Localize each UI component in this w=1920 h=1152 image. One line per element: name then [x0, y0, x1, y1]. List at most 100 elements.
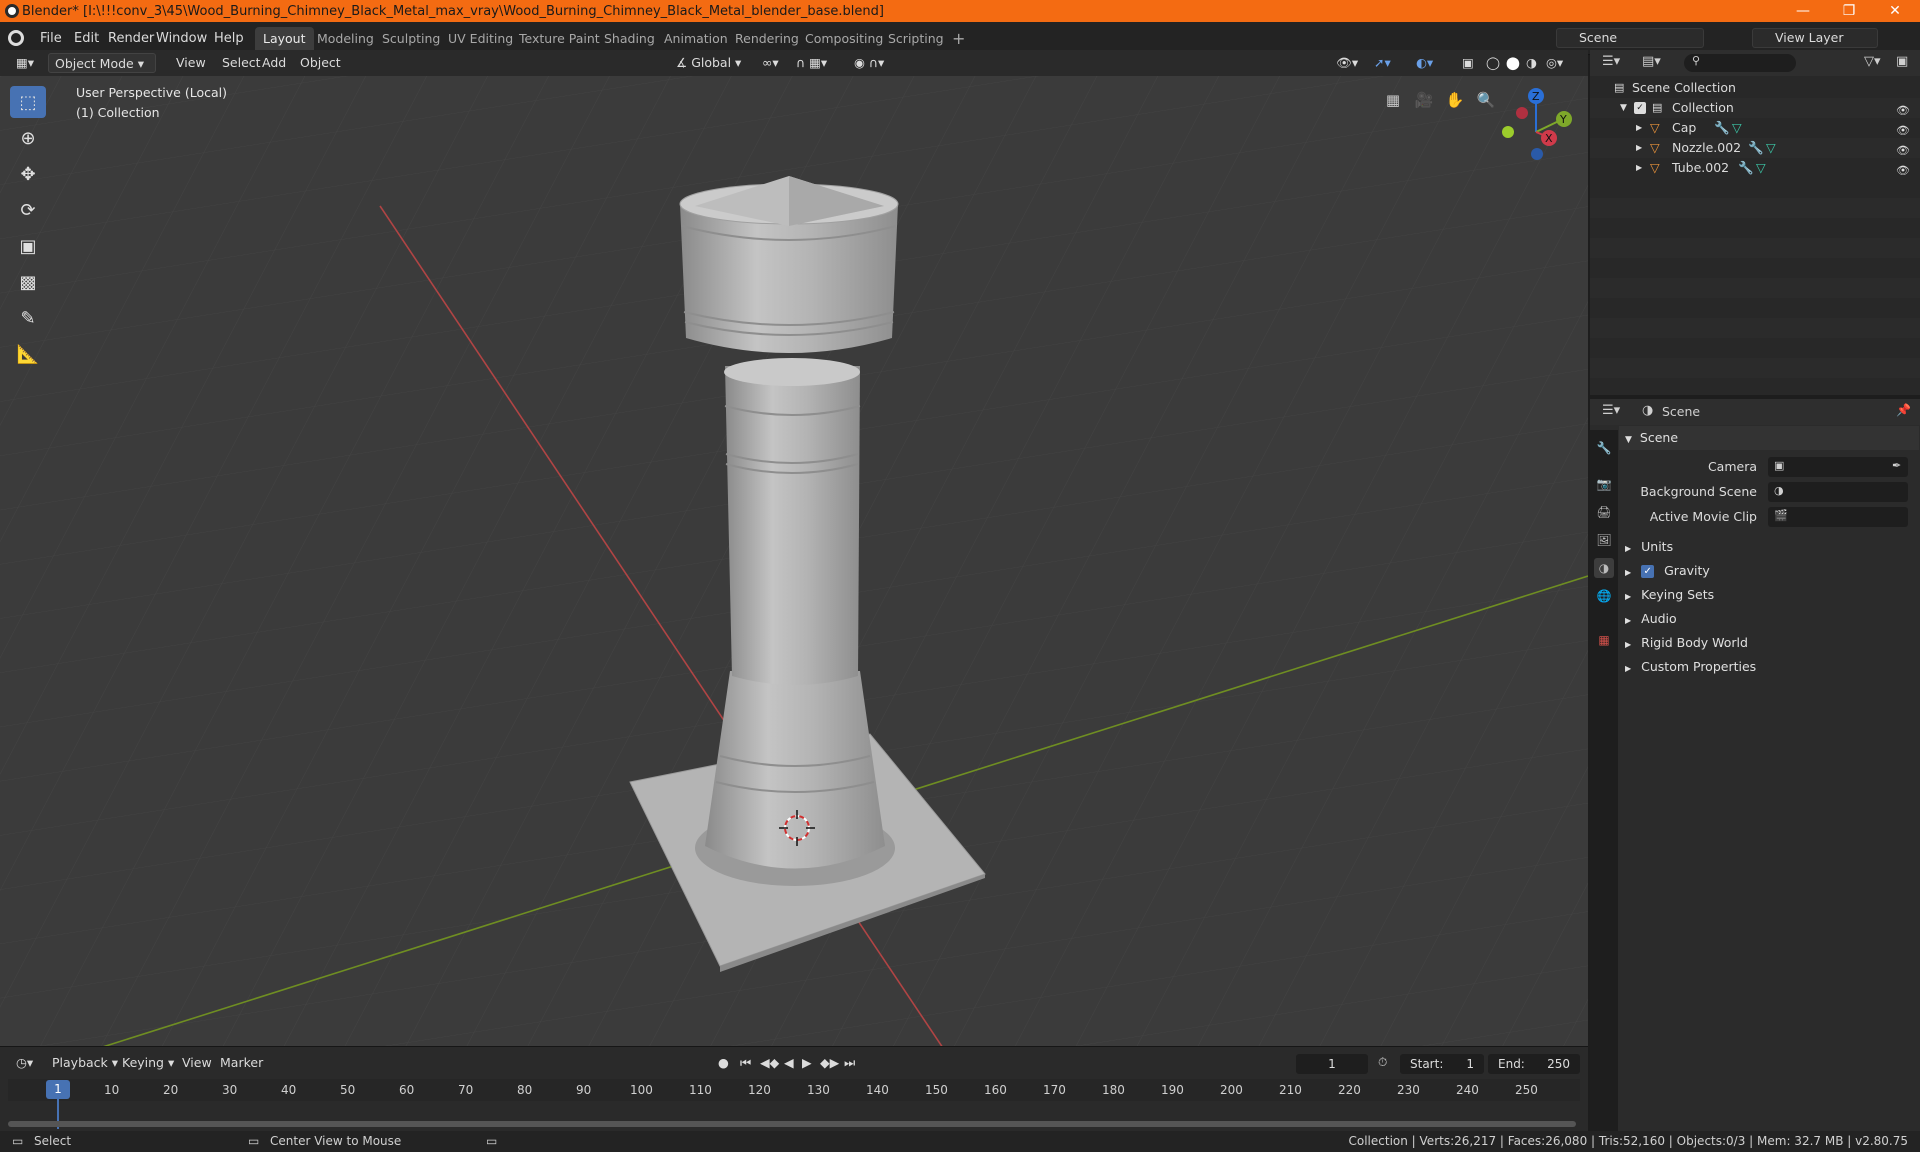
menu-object[interactable]: Object — [294, 53, 347, 73]
menu-edit[interactable]: Edit — [68, 28, 105, 50]
scale-tool-icon[interactable]: ▣ — [10, 230, 46, 262]
menu-help[interactable]: Help — [208, 28, 250, 50]
units-panel[interactable]: ▶ Units — [1619, 535, 1919, 559]
snap-icon[interactable]: ∩ ▦▾ — [790, 53, 833, 73]
eye-icon[interactable]: 👁 — [1896, 121, 1910, 137]
pivot-icon[interactable]: ∞▾ — [756, 53, 785, 73]
outliner-editor-type-icon[interactable]: ☰▾ — [1602, 54, 1620, 69]
rotate-tool-icon[interactable]: ⟳ — [10, 194, 46, 226]
rigid-body-world-panel[interactable]: ▶ Rigid Body World — [1619, 631, 1919, 655]
tab-scripting[interactable]: Scripting — [880, 27, 952, 51]
cursor-tool-icon[interactable]: ⊕ — [10, 122, 46, 154]
outliner-object-tube[interactable]: ▶ ▽ Tube.002 🔧 ▽ 👁 — [1590, 158, 1920, 178]
outliner-scene-collection[interactable]: ▤ Scene Collection — [1590, 78, 1920, 98]
scene-field[interactable]: Scene — [1556, 28, 1704, 48]
menu-marker[interactable]: Marker — [214, 1053, 269, 1073]
add-workspace-icon[interactable]: + — [944, 27, 973, 51]
menu-timeline-view[interactable]: View — [176, 1053, 218, 1073]
editor-type-icon[interactable]: ▦▾ — [10, 53, 40, 73]
playhead[interactable]: 1 — [46, 1080, 70, 1099]
tab-uv-editing[interactable]: UV Editing — [440, 27, 521, 51]
texture-tab-icon[interactable]: ▦ — [1594, 630, 1614, 650]
visibility-icon[interactable]: 👁▾ — [1330, 53, 1364, 73]
tab-rendering[interactable]: Rendering — [727, 27, 807, 51]
xray-icon[interactable]: ▣ — [1456, 53, 1480, 73]
tab-modeling[interactable]: Modeling — [309, 27, 382, 51]
camera-field[interactable]: ▣ ✒ — [1768, 457, 1908, 477]
outliner-object-cap[interactable]: ▶ ▽ Cap 🔧 ▽ 👁 — [1590, 118, 1920, 138]
outliner-collection[interactable]: ▼ ✓ ▤ Collection 👁 — [1590, 98, 1920, 118]
tool-tab-icon[interactable]: 🔧 — [1594, 438, 1614, 458]
pin-icon[interactable]: 📌 — [1896, 403, 1911, 417]
minimize-button[interactable]: — — [1780, 0, 1826, 22]
gravity-checkbox[interactable]: ✓ — [1641, 565, 1655, 578]
start-frame-field[interactable]: Start: 1 — [1400, 1054, 1484, 1074]
end-frame-field[interactable]: End: 250 — [1488, 1054, 1580, 1074]
active-movie-clip-field[interactable]: 🎬 — [1768, 507, 1908, 527]
render-tab-icon[interactable]: 📷 — [1594, 474, 1614, 494]
filter-icon[interactable]: ▽▾ — [1864, 54, 1881, 69]
display-mode-icon[interactable]: ▤▾ — [1642, 54, 1661, 69]
timeline-scrollbar[interactable] — [8, 1121, 1576, 1127]
keying-sets-panel[interactable]: ▶ Keying Sets — [1619, 583, 1919, 607]
world-tab-icon[interactable]: 🌐 — [1594, 586, 1614, 606]
custom-properties-panel[interactable]: ▶ Custom Properties — [1619, 655, 1919, 679]
timeline-editor-type-icon[interactable]: ◷▾ — [10, 1053, 39, 1073]
outliner-search-input[interactable]: ⚲ — [1684, 54, 1796, 72]
menu-window[interactable]: Window — [150, 28, 213, 50]
menu-playback[interactable]: Playback ▾ — [46, 1053, 124, 1073]
menu-keying[interactable]: Keying ▾ — [116, 1053, 180, 1073]
tab-sculpting[interactable]: Sculpting — [374, 27, 448, 51]
eye-icon[interactable]: 👁 — [1896, 161, 1910, 177]
menu-add[interactable]: Add — [256, 53, 292, 73]
scene-tab-icon[interactable]: ◑ — [1594, 558, 1614, 578]
collection-checkbox[interactable]: ✓ — [1634, 102, 1646, 114]
measure-tool-icon[interactable]: 📐 — [10, 338, 46, 370]
tab-animation[interactable]: Animation — [656, 27, 736, 51]
rendered-shading-icon[interactable]: ◎▾ — [1540, 53, 1569, 73]
move-tool-icon[interactable]: ✥ — [10, 158, 46, 190]
current-frame-field[interactable]: 1 — [1296, 1054, 1368, 1074]
scene-panel-header[interactable]: ▼ Scene — [1619, 426, 1919, 450]
annotate-tool-icon[interactable]: ✎ — [10, 302, 46, 334]
expand-arrow-icon[interactable]: ▼ — [1620, 98, 1627, 118]
tab-compositing[interactable]: Compositing — [797, 27, 891, 51]
new-collection-icon[interactable]: ▣ — [1896, 54, 1908, 69]
select-box-tool-icon[interactable]: ⬚ — [10, 86, 46, 118]
background-scene-field[interactable]: ◑ — [1768, 482, 1908, 502]
eyedropper-icon[interactable]: ✒ — [1892, 459, 1901, 472]
maximize-button[interactable]: ❐ — [1826, 0, 1872, 22]
menu-view[interactable]: View — [170, 53, 212, 73]
properties-editor-type-icon[interactable]: ☰▾ — [1602, 403, 1620, 418]
gizmo-icon[interactable]: ➚▾ — [1368, 53, 1397, 73]
record-icon[interactable]: ● — [712, 1053, 735, 1073]
transform-orientation-dropdown[interactable]: ∡ Global ▾ — [670, 53, 747, 73]
gravity-panel[interactable]: ▶ ✓ Gravity — [1619, 559, 1919, 583]
camera-view-icon[interactable]: 🎥 — [1410, 86, 1438, 114]
outliner-object-nozzle[interactable]: ▶ ▽ Nozzle.002 🔧 ▽ 👁 — [1590, 138, 1920, 158]
mode-dropdown[interactable]: Object Mode ▾ — [48, 53, 156, 73]
tab-shading[interactable]: Shading — [596, 27, 663, 51]
output-tab-icon[interactable]: 🖨 — [1594, 502, 1614, 522]
pan-hand-icon[interactable]: ✋ — [1441, 86, 1469, 114]
close-button[interactable]: ✕ — [1872, 0, 1918, 22]
overlay-icon[interactable]: ◐▾ — [1410, 53, 1439, 73]
3d-viewport[interactable]: Z Y X ⬚ ⊕ ✥ ⟳ ▣ ▩ ✎ 📐 User Perspective (… — [0, 76, 1588, 1046]
expand-arrow-icon[interactable]: ▶ — [1636, 118, 1642, 138]
view-layer-field[interactable]: View Layer — [1752, 28, 1878, 48]
transform-tool-icon[interactable]: ▩ — [10, 266, 46, 298]
eye-icon[interactable]: 👁 — [1896, 101, 1910, 117]
blender-menu-icon[interactable] — [8, 30, 24, 46]
zoom-icon[interactable]: 🔍 — [1472, 86, 1500, 114]
stopwatch-icon[interactable]: ⏱ — [1378, 1055, 1387, 1070]
expand-arrow-icon[interactable]: ▶ — [1636, 158, 1642, 178]
eye-icon[interactable]: 👁 — [1896, 141, 1910, 157]
jump-end-icon[interactable]: ⏭ — [838, 1053, 861, 1073]
expand-arrow-icon[interactable]: ▶ — [1636, 138, 1642, 158]
menu-file[interactable]: File — [34, 28, 68, 50]
audio-panel[interactable]: ▶ Audio — [1619, 607, 1919, 631]
view-layer-tab-icon[interactable]: 🖼 — [1594, 530, 1614, 550]
toggle-camera-grid-icon[interactable]: ▦ — [1379, 86, 1407, 114]
tab-layout[interactable]: Layout — [255, 27, 314, 51]
tab-texture-paint[interactable]: Texture Paint — [511, 27, 608, 51]
